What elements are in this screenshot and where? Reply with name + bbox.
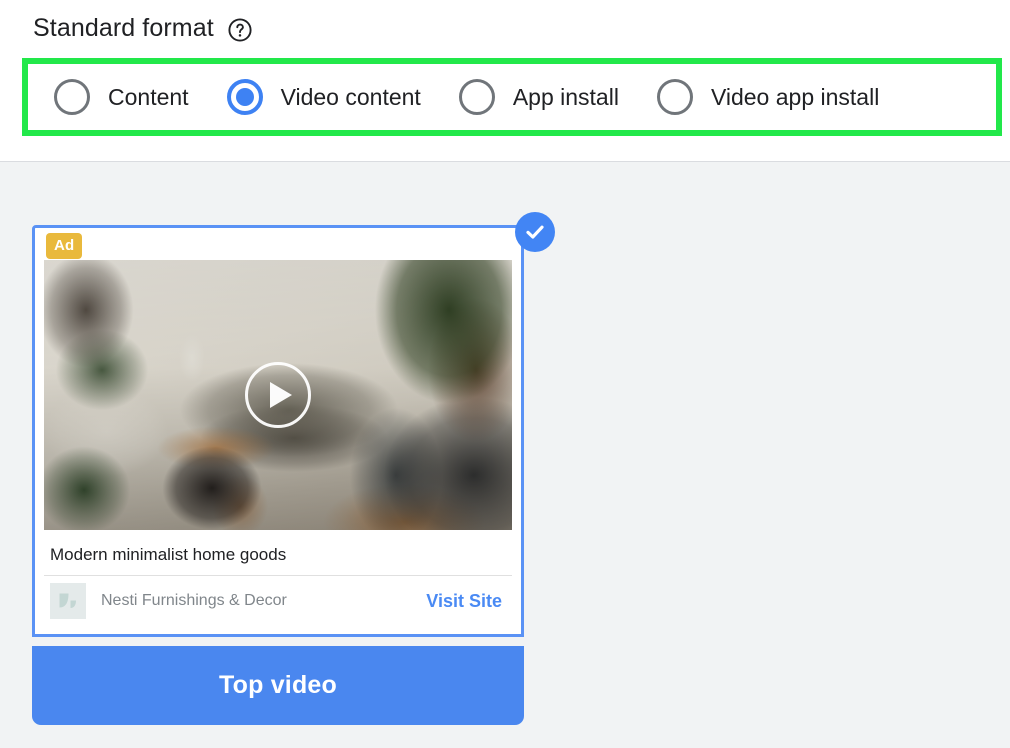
radio-label-app-install: App install — [512, 84, 619, 110]
page-title: Standard format — [33, 14, 214, 42]
radio-circle-selected-icon[interactable] — [226, 79, 263, 115]
section-header: Standard format — [33, 12, 252, 44]
ad-preview-card[interactable]: Ad Modern minimalist home goods Nesti Fu… — [32, 225, 524, 637]
ad-headline: Modern minimalist home goods — [44, 534, 512, 576]
radio-circle-icon[interactable] — [458, 79, 495, 115]
check-circle-icon[interactable] — [515, 212, 555, 252]
format-radio-group: Content Video content App install Video … — [28, 64, 996, 130]
image-placeholder-icon — [50, 583, 86, 619]
play-triangle-icon — [269, 382, 292, 408]
ad-video-thumbnail[interactable] — [44, 260, 512, 530]
radio-label-video-app-install: Video app install — [710, 84, 880, 110]
radio-label-content: Content — [108, 84, 189, 110]
ad-placement-label[interactable]: Top video — [32, 646, 524, 725]
radio-circle-icon[interactable] — [54, 79, 90, 115]
help-circle-icon[interactable] — [228, 17, 252, 42]
play-button-icon[interactable] — [245, 362, 311, 428]
advertiser-name: Nesti Furnishings & Decor — [101, 592, 287, 609]
ad-badge-row: Ad — [35, 228, 521, 259]
radio-option-video-content[interactable]: Video content — [226, 79, 421, 115]
ad-preview-card-wrapper: Ad Modern minimalist home goods Nesti Fu… — [32, 212, 555, 637]
format-options-highlight: Content Video content App install Video … — [22, 58, 1002, 136]
radio-label-video-content: Video content — [280, 84, 421, 110]
radio-option-content[interactable]: Content — [54, 79, 189, 115]
ad-footer-row: Nesti Furnishings & Decor Visit Site — [44, 576, 512, 626]
ad-badge: Ad — [46, 233, 83, 259]
visit-site-link[interactable]: Visit Site — [426, 591, 502, 612]
radio-option-app-install[interactable]: App install — [458, 79, 619, 115]
standard-format-panel: Standard format Content Video content Ap… — [0, 0, 1010, 748]
radio-option-video-app-install[interactable]: Video app install — [656, 79, 880, 115]
radio-circle-icon[interactable] — [656, 79, 693, 115]
